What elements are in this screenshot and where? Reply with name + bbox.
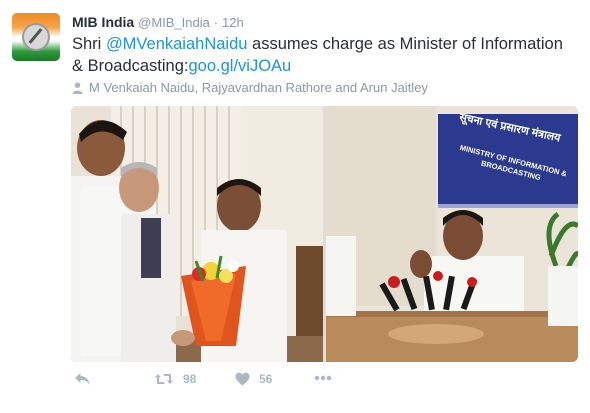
person-icon	[72, 82, 83, 94]
tweet-actions: 98 56	[72, 372, 372, 392]
tweet-timestamp[interactable]: 12h	[222, 15, 244, 30]
media-photo-right[interactable]: सूचना एवं प्रसारण मंत्रालय MINISTRY OF I…	[326, 106, 578, 362]
photo-left-illustration	[71, 106, 323, 362]
tweet-text: Shri @MVenkaiahNaidu assumes charge as M…	[72, 33, 577, 77]
reply-icon	[75, 373, 90, 385]
mention-link[interactable]: @MVenkaiahNaidu	[106, 35, 248, 53]
retweet-button[interactable]: 98	[154, 372, 196, 386]
media-photo-left[interactable]	[71, 106, 323, 362]
tagged-people[interactable]: M Venkaiah Naidu, Rajyavardhan Rathore a…	[72, 80, 428, 95]
header-separator: ·	[213, 15, 219, 30]
like-button[interactable]: 56	[235, 372, 272, 386]
text-prefix: Shri	[72, 35, 106, 53]
more-icon	[314, 375, 332, 381]
like-count: 56	[259, 372, 273, 386]
tweet-header: MIB India @MIB_India · 12h	[72, 14, 244, 30]
retweet-icon	[155, 374, 173, 384]
heart-icon	[235, 372, 250, 386]
tweet-media[interactable]: सूचना एवं प्रसारण मंत्रालय MINISTRY OF I…	[71, 106, 578, 362]
reply-button[interactable]	[74, 372, 91, 386]
tweet-card: MIB India @MIB_India · 12h Shri @MVenkai…	[0, 0, 590, 413]
tagged-people-text: M Venkaiah Naidu, Rajyavardhan Rathore a…	[89, 80, 428, 95]
more-button[interactable]	[314, 375, 332, 381]
avatar[interactable]	[12, 13, 60, 61]
retweet-count: 98	[183, 372, 197, 386]
url-link[interactable]: goo.gl/viJOAu	[188, 57, 291, 75]
account-name[interactable]: MIB India	[72, 14, 134, 30]
account-handle[interactable]: @MIB_India	[138, 15, 210, 30]
